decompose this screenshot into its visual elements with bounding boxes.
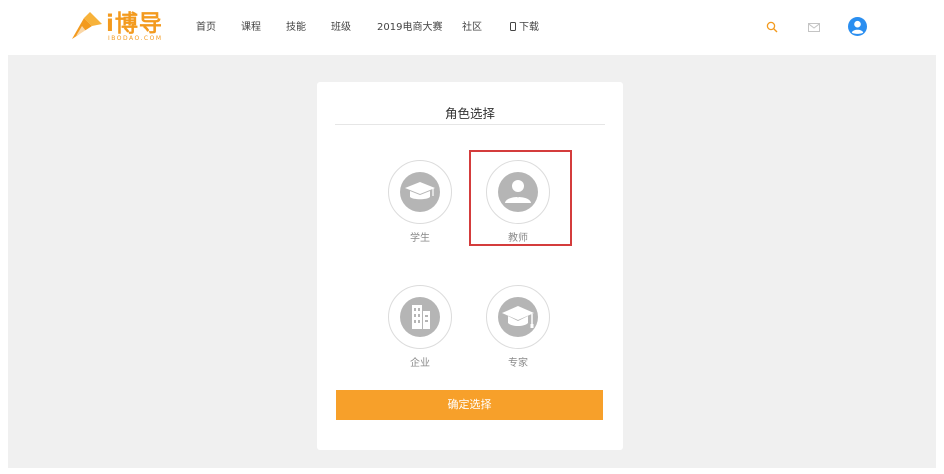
nav-home[interactable]: 首页 xyxy=(196,20,216,36)
role-teacher-circle xyxy=(486,160,550,224)
building-icon xyxy=(400,297,440,337)
logo-subtext: IBODAO.COM xyxy=(108,35,163,42)
nav-courses[interactable]: 课程 xyxy=(241,20,261,36)
nav-download[interactable]: 下载 xyxy=(510,20,539,36)
nav-contest[interactable]: 2019电商大赛 xyxy=(377,20,442,36)
role-teacher-label: 教师 xyxy=(508,233,528,244)
mail-icon[interactable] xyxy=(808,23,820,32)
nav-download-label: 下载 xyxy=(519,22,539,33)
nav-community[interactable]: 社区 xyxy=(462,20,482,36)
search-icon[interactable] xyxy=(766,21,778,33)
role-student-label: 学生 xyxy=(410,233,430,244)
nav-skills[interactable]: 技能 xyxy=(286,20,306,36)
graduation-cap-icon xyxy=(400,172,440,212)
role-enterprise-circle xyxy=(388,285,452,349)
role-expert-circle xyxy=(486,285,550,349)
expert-cap-icon xyxy=(498,297,538,337)
title-divider xyxy=(335,124,605,125)
teacher-person-icon xyxy=(498,172,538,212)
role-expert-label: 专家 xyxy=(508,358,528,369)
role-expert[interactable]: 专家 xyxy=(478,285,558,375)
role-enterprise-label: 企业 xyxy=(410,358,430,369)
card-title: 角色选择 xyxy=(444,106,495,121)
role-enterprise[interactable]: 企业 xyxy=(380,285,460,375)
role-teacher[interactable]: 教师 xyxy=(478,160,558,250)
logo[interactable]: i博导 IBODAO.COM xyxy=(70,11,170,44)
logo-text: i博导 xyxy=(106,11,163,37)
role-student-circle xyxy=(388,160,452,224)
logo-mark-icon xyxy=(72,12,102,39)
confirm-selection-button[interactable]: 确定选择 xyxy=(336,390,603,420)
phone-icon xyxy=(510,22,516,31)
user-avatar-icon[interactable] xyxy=(848,17,867,36)
nav-classes[interactable]: 班级 xyxy=(331,20,351,36)
top-header: i博导 IBODAO.COM 首页 课程 技能 班级 2019电商大赛 社区 下… xyxy=(0,0,944,55)
role-student[interactable]: 学生 xyxy=(380,160,460,250)
